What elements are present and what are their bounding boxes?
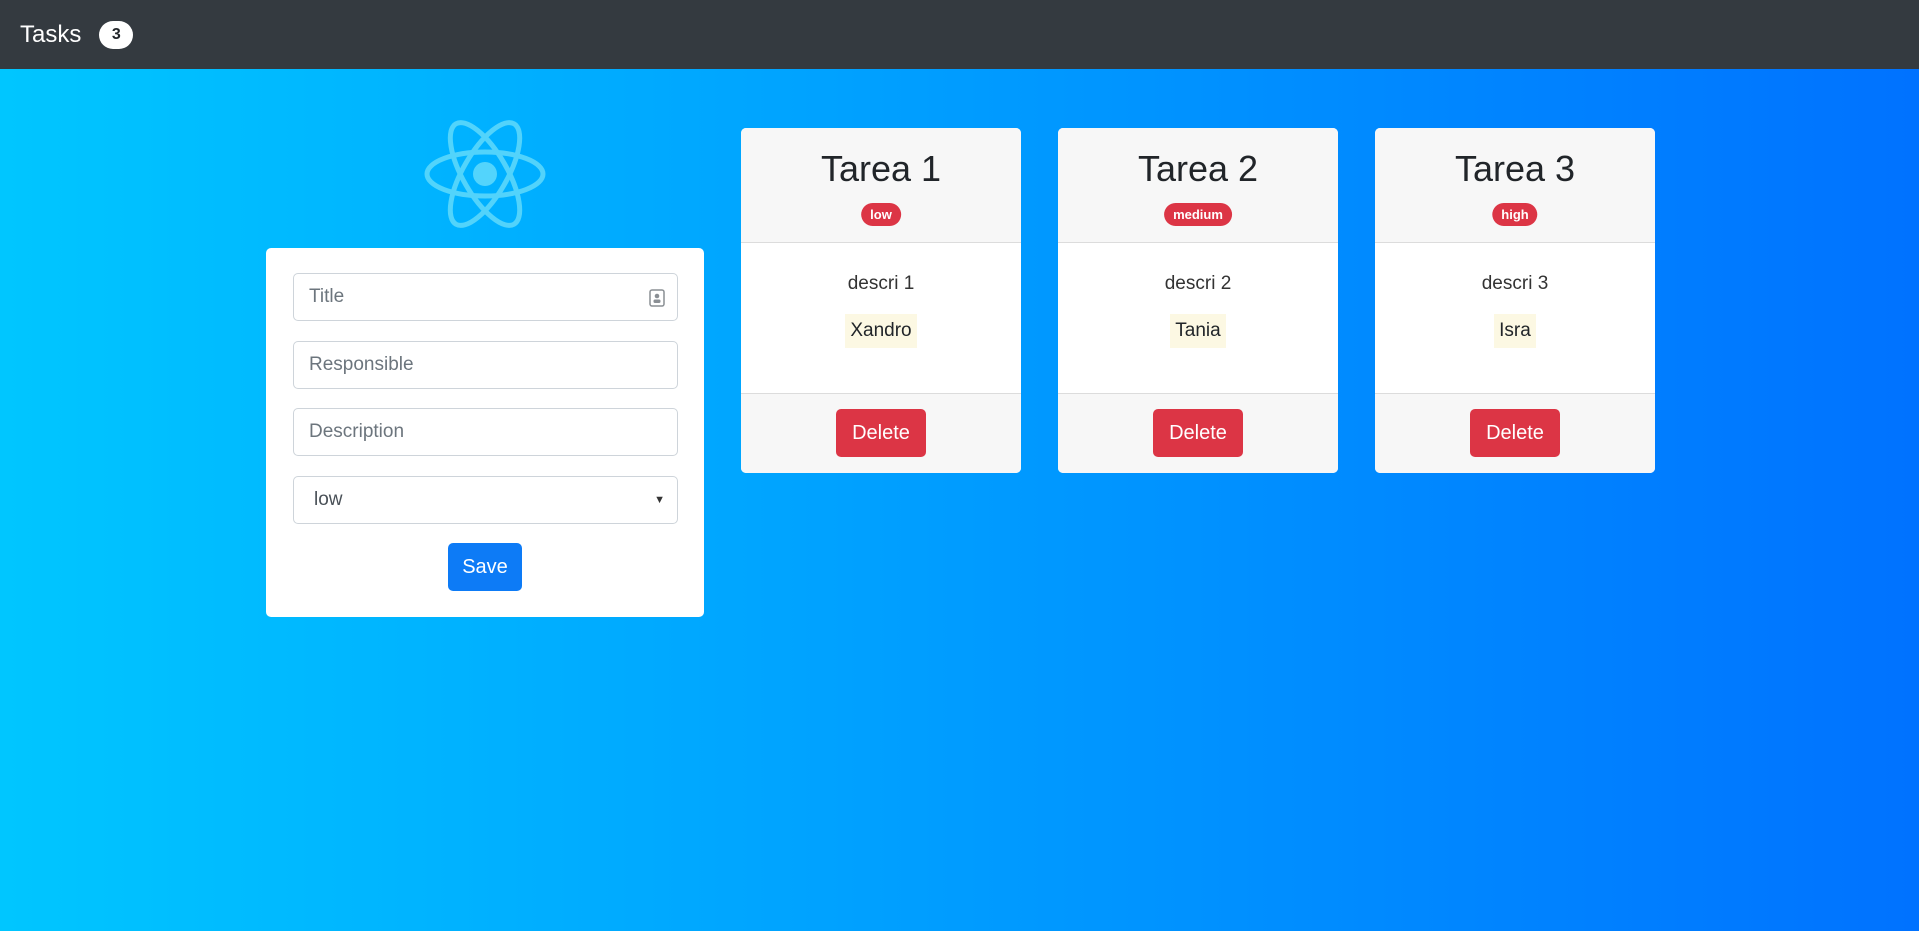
task-card-footer: Delete [1375,393,1655,473]
priority-select[interactable]: low ▼ [293,476,678,524]
task-card-header: Tarea 3 high [1375,128,1655,243]
navbar: Tasks 3 [0,0,1919,69]
task-description: descri 1 [847,273,915,294]
task-title: Tarea 1 [820,148,942,189]
delete-button[interactable]: Delete [1470,409,1560,457]
priority-badge: low [861,203,901,226]
task-form: low ▼ Save [266,248,704,617]
react-logo-icon [424,120,546,228]
task-count-badge: 3 [99,20,134,49]
task-description: descri 2 [1164,273,1232,294]
contact-card-icon[interactable] [649,289,665,307]
task-card-footer: Delete [741,393,1021,473]
task-responsible: Isra [1494,314,1536,348]
task-card-header: Tarea 2 medium [1058,128,1338,243]
delete-button[interactable]: Delete [836,409,926,457]
priority-select-value: low [314,489,343,510]
task-card: Tarea 1 low descri 1 Xandro Delete [741,128,1021,473]
priority-badge: high [1492,203,1538,226]
description-input[interactable] [293,408,678,456]
priority-badge: medium [1164,203,1232,226]
caret-down-icon: ▼ [654,494,665,506]
task-card-header: Tarea 1 low [741,128,1021,243]
task-card-footer: Delete [1058,393,1338,473]
task-title: Tarea 2 [1137,148,1259,189]
task-description: descri 3 [1481,273,1549,294]
task-responsible: Xandro [845,314,917,348]
task-card: Tarea 3 high descri 3 Isra Delete [1375,128,1655,473]
task-card: Tarea 2 medium descri 2 Tania Delete [1058,128,1338,473]
task-responsible: Tania [1170,314,1226,348]
delete-button[interactable]: Delete [1153,409,1243,457]
responsible-input[interactable] [293,341,678,389]
task-title: Tarea 3 [1454,148,1576,189]
save-button[interactable]: Save [448,543,522,591]
title-input[interactable] [293,273,678,321]
nav-title[interactable]: Tasks [20,21,81,49]
